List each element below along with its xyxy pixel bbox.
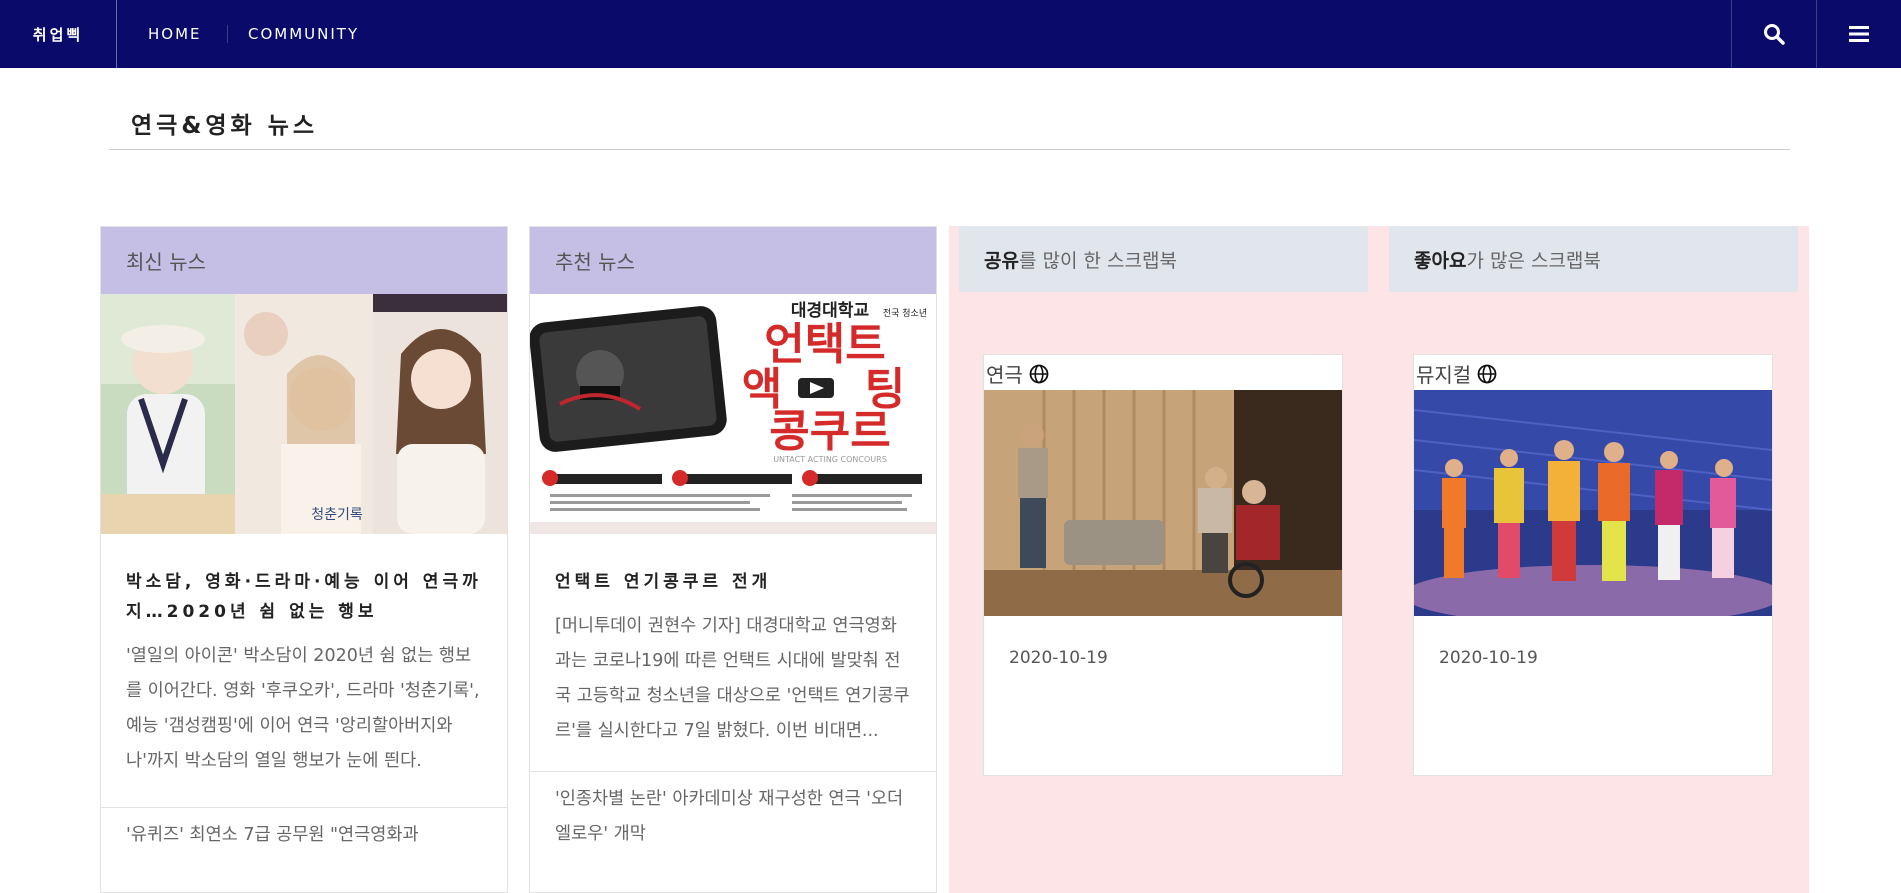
liked-scrapbook-header: 좋아요 가 많은 스크랩북 — [1389, 226, 1798, 292]
hamburger-menu-icon — [1849, 26, 1869, 42]
poster-line1-text: 언택트 — [764, 319, 885, 370]
latest-article-summary: '열일의 아이콘' 박소담이 2020년 쉼 없는 행보를 이어간다. 영화 '… — [126, 646, 480, 771]
shared-card-image[interactable] — [984, 390, 1342, 616]
recommended-news-column: 추천 뉴스 대경대학교 전국 청소년 언택트 액 팅 콩쿠르 UNTACT AC… — [529, 226, 937, 893]
recommended-news-image[interactable]: 대경대학교 전국 청소년 언택트 액 팅 콩쿠르 UNTACT ACTING C… — [530, 294, 936, 534]
poster-line3-text: 콩쿠르 — [769, 406, 890, 457]
article-divider — [530, 771, 936, 772]
top-navbar: 취업삑 HOME COMMUNITY — [0, 0, 1901, 68]
liked-card-image[interactable] — [1414, 390, 1772, 616]
title-divider — [109, 149, 1790, 150]
page-title: 연극&영화 뉴스 — [131, 113, 319, 139]
nav-separator — [227, 25, 228, 43]
latest-article-title[interactable]: 박소담, 영화·드라마·예능 이어 연극까지…2020년 쉼 없는 행보 — [101, 567, 507, 627]
search-icon — [1764, 24, 1785, 45]
latest-next-article-link[interactable]: '유퀴즈' 최연소 7급 공무원 "연극영화과 — [101, 818, 507, 853]
search-button[interactable] — [1731, 0, 1816, 68]
recommended-news-header: 추천 뉴스 — [530, 227, 936, 294]
nav-home-link[interactable]: HOME — [148, 0, 202, 68]
shared-scrapbook-card[interactable]: 연극 2020-10-19 — [983, 354, 1343, 776]
globe-icon — [1477, 364, 1497, 383]
liked-scrapbook-card[interactable]: 뮤지컬 2020-10-19 — [1413, 354, 1773, 776]
globe-icon — [1029, 364, 1049, 383]
card-date: 2020-10-19 — [1009, 648, 1108, 668]
shared-header-rest: 를 많이 한 스크랩북 — [1018, 249, 1177, 272]
poster-english-text: UNTACT ACTING CONCOURS — [773, 455, 887, 464]
card-category: 뮤지컬 — [1416, 359, 1497, 388]
nav-community-link[interactable]: COMMUNITY — [248, 0, 359, 68]
recommended-article-summary: [머니투데이 권현수 기자] 대경대학교 연극영화과는 코로나19에 따른 언택… — [555, 616, 910, 741]
latest-news-image[interactable]: 청춘기록 — [101, 294, 507, 534]
poster-title-text: 청춘기록 — [311, 507, 363, 523]
menu-button[interactable] — [1816, 0, 1901, 68]
poster-school-text: 대경대학교 — [791, 301, 870, 321]
card-category-label: 연극 — [986, 363, 1023, 387]
poster-school-sub-text: 전국 청소년 — [883, 308, 927, 319]
recommended-next-article-link[interactable]: '인종차별 논란' 아카데미상 재구성한 연극 '오더엘로우' 개막 — [530, 782, 936, 852]
article-divider — [101, 807, 507, 808]
latest-news-column: 최신 뉴스 청춘기록 박소담, 영화·드라마·예능 이어 연극까지…2020년 … — [100, 226, 508, 893]
shared-header-bold: 공유 — [984, 249, 1019, 272]
liked-header-rest: 가 많은 스크랩북 — [1466, 249, 1601, 272]
card-category-label: 뮤지컬 — [1416, 363, 1472, 387]
brand-logo[interactable]: 취업삑 — [0, 0, 117, 68]
shared-scrapbook-header: 공유 를 많이 한 스크랩북 — [959, 226, 1368, 292]
latest-news-header: 최신 뉴스 — [101, 227, 507, 294]
card-category: 연극 — [986, 359, 1049, 388]
card-date: 2020-10-19 — [1439, 648, 1538, 668]
liked-header-bold: 좋아요 — [1414, 249, 1467, 272]
recommended-article-title[interactable]: 언택트 연기콩쿠르 전개 — [530, 567, 936, 597]
